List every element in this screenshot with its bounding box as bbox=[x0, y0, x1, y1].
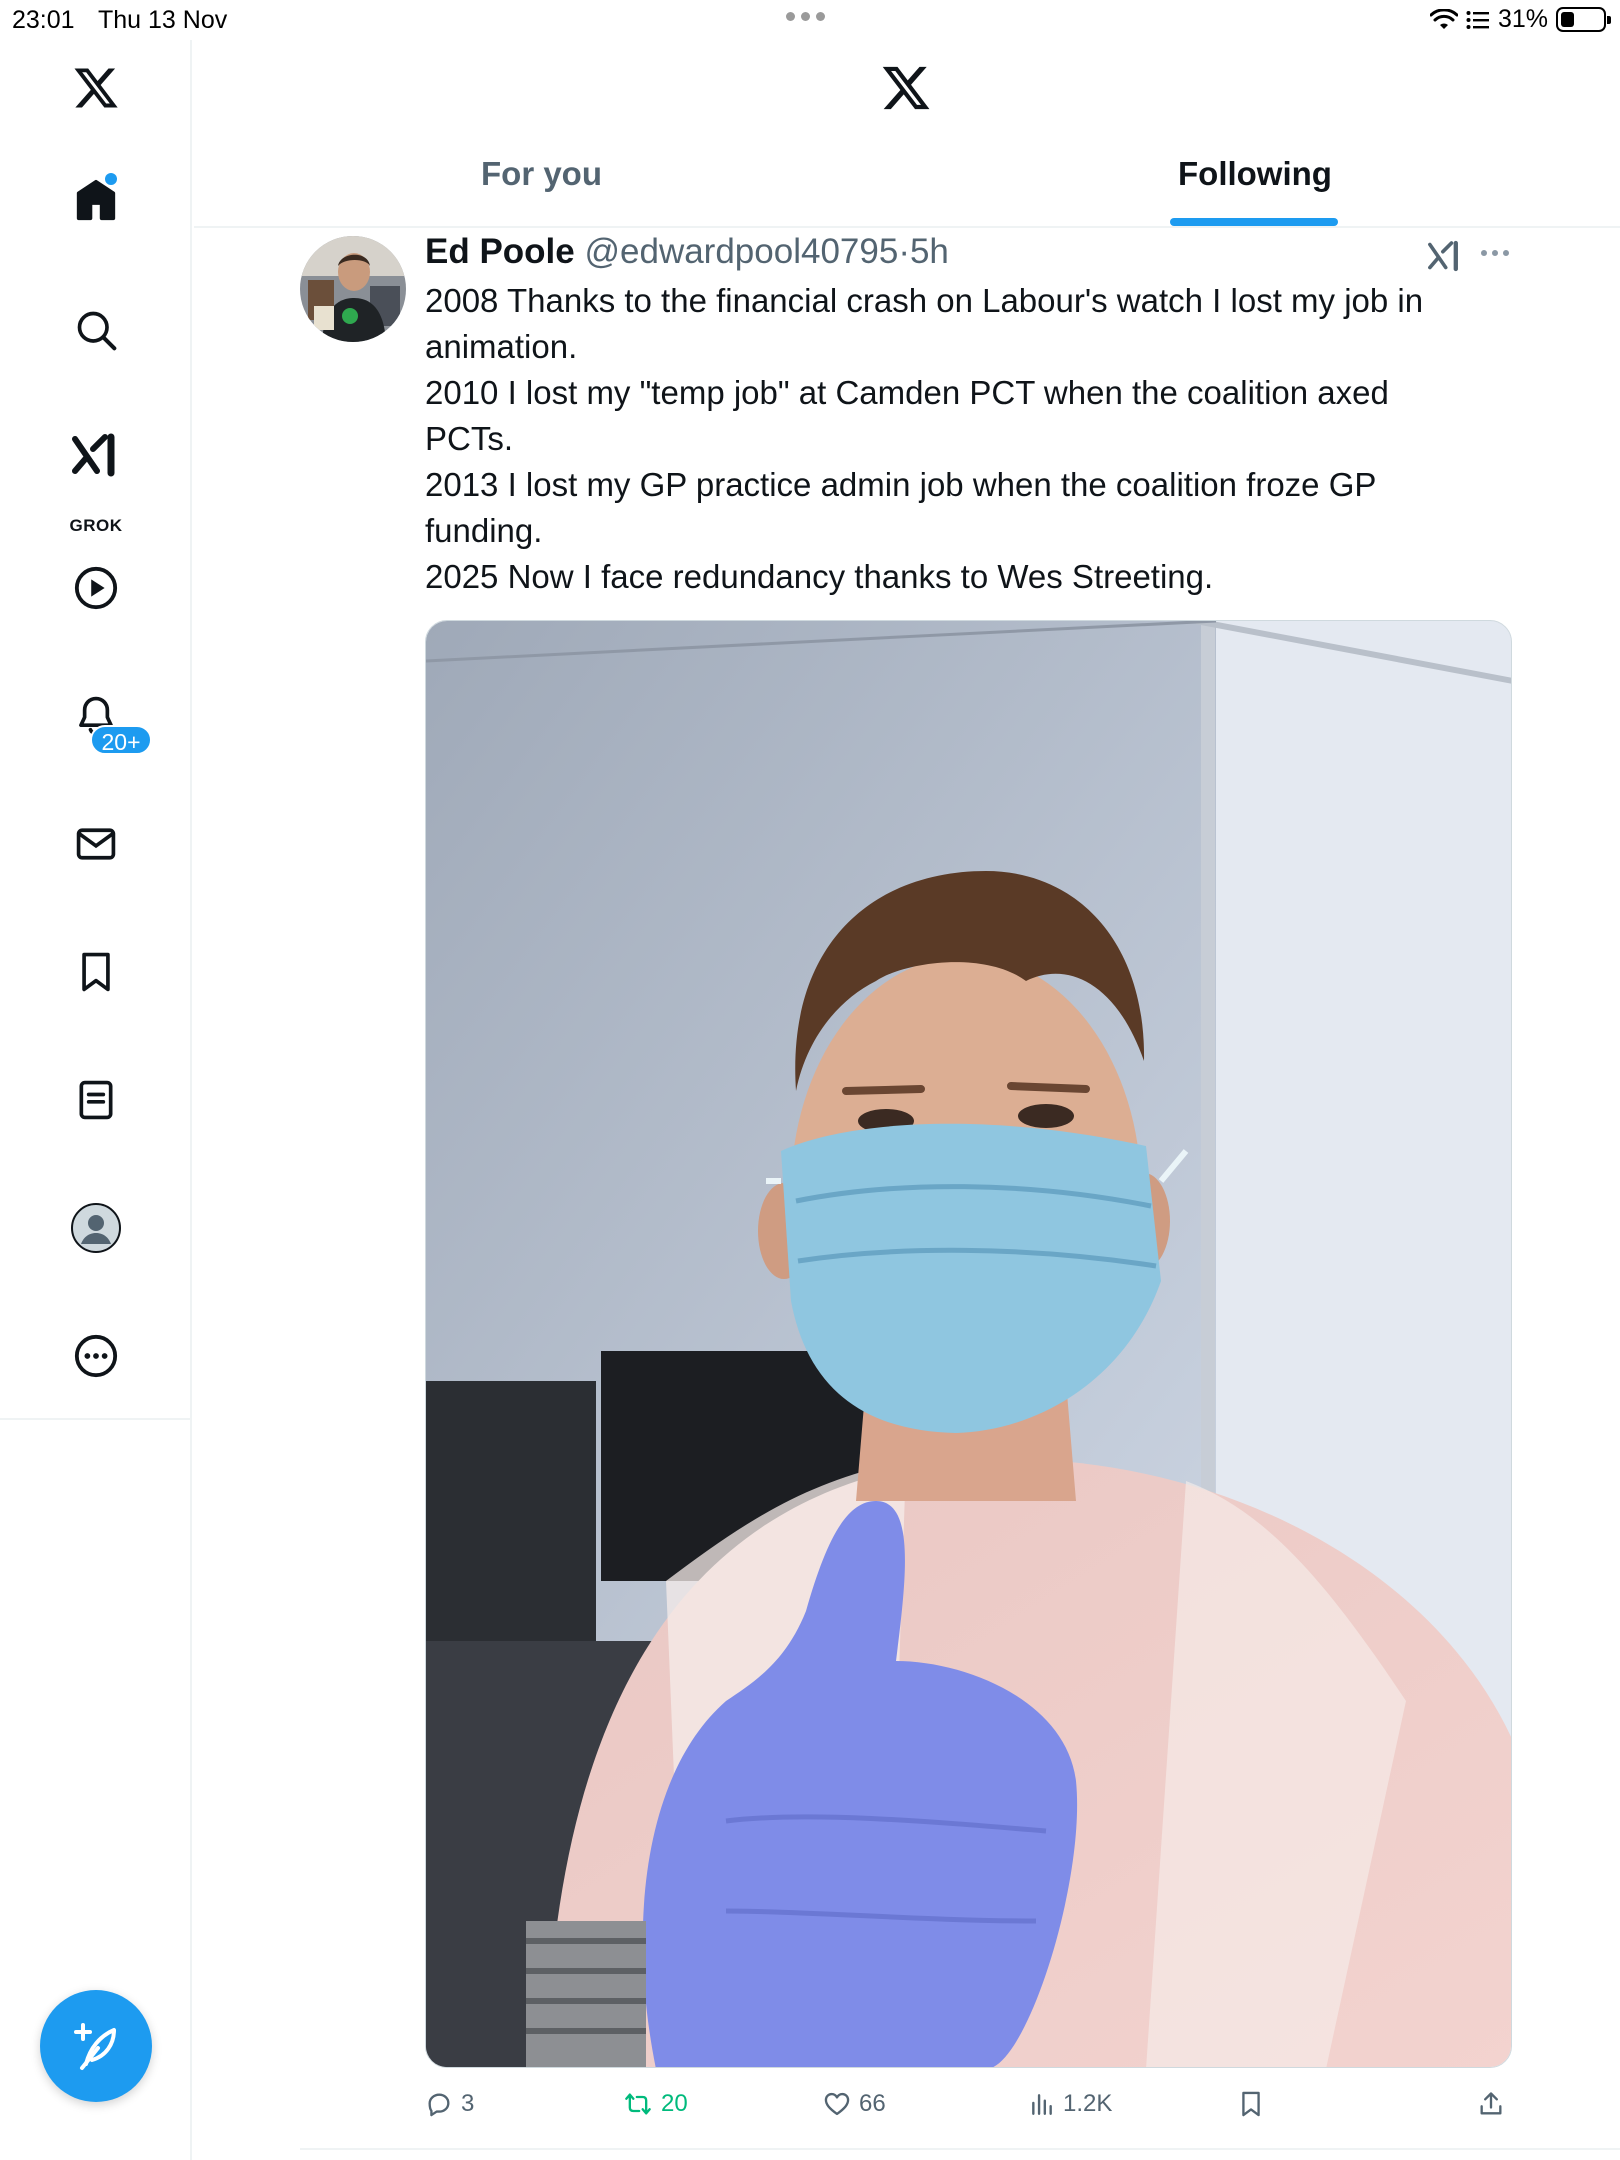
reply-count: 3 bbox=[461, 2090, 475, 2117]
sidebar-divider bbox=[0, 1418, 192, 1420]
repost-icon bbox=[625, 2093, 651, 2115]
author-handle[interactable]: @edwardpool40795 bbox=[584, 232, 898, 271]
repost-button[interactable]: 20 bbox=[623, 2090, 688, 2118]
sidebar-item-messages[interactable] bbox=[58, 806, 134, 882]
share-icon bbox=[1480, 2092, 1502, 2115]
tweet-more-button[interactable] bbox=[1481, 250, 1509, 256]
search-icon bbox=[77, 311, 117, 351]
tweet-text-line: 2025 Now I face redundancy thanks to Wes… bbox=[425, 558, 1214, 595]
grok-label: GROK bbox=[69, 516, 123, 535]
home-unread-dot bbox=[105, 173, 117, 185]
avatar-icon bbox=[71, 1203, 121, 1253]
sidebar-item-search[interactable] bbox=[58, 292, 134, 368]
bookmark-button[interactable] bbox=[1237, 2090, 1265, 2118]
grok-icon bbox=[1428, 240, 1458, 272]
x-logo-header-icon[interactable] bbox=[879, 62, 933, 119]
x-logo-icon[interactable] bbox=[58, 50, 134, 126]
mail-icon bbox=[76, 828, 116, 860]
reply-icon bbox=[428, 2093, 450, 2117]
compose-button[interactable] bbox=[40, 1990, 152, 2102]
sidebar-item-profile[interactable] bbox=[58, 1190, 134, 1266]
header-separator: · bbox=[898, 232, 910, 271]
tweet[interactable]: Ed Poole @edwardpool40795·5h 2008 Thanks… bbox=[194, 228, 1620, 2160]
play-icon bbox=[74, 566, 118, 610]
bookmark-icon bbox=[82, 952, 110, 992]
tweet-divider bbox=[300, 2148, 1620, 2150]
tab-for-you[interactable]: For you bbox=[481, 155, 602, 215]
tweet-text-line: 2010 I lost my "temp job" at Camden PCT … bbox=[425, 374, 1389, 411]
tweet-text: 2008 Thanks to the financial crash on La… bbox=[425, 278, 1505, 600]
views-button[interactable]: 1.2K bbox=[1029, 2090, 1112, 2118]
author-name[interactable]: Ed Poole bbox=[425, 232, 575, 271]
multitasking-dots[interactable] bbox=[786, 12, 825, 21]
status-right: 31% bbox=[1429, 5, 1611, 34]
views-chart-icon bbox=[1032, 2094, 1052, 2115]
tweet-time[interactable]: 5h bbox=[910, 232, 949, 271]
share-button[interactable] bbox=[1477, 2090, 1505, 2118]
tweet-text-line: PCTs. bbox=[425, 420, 514, 457]
heart-icon bbox=[824, 2092, 850, 2116]
author-avatar[interactable] bbox=[300, 236, 406, 342]
battery-icon bbox=[1556, 7, 1611, 32]
sidebar-item-home[interactable] bbox=[58, 163, 134, 239]
status-date: Thu 13 Nov bbox=[98, 6, 228, 34]
tweet-photo[interactable] bbox=[425, 620, 1512, 2068]
tweet-text-line: animation. bbox=[425, 328, 578, 365]
timeline-header: For you Following bbox=[194, 40, 1620, 228]
wifi-icon bbox=[1429, 8, 1458, 29]
status-bar: 23:01 Thu 13 Nov 31% bbox=[0, 0, 1620, 40]
sidebar-item-lists[interactable] bbox=[58, 1062, 134, 1138]
reply-button[interactable]: 3 bbox=[425, 2090, 474, 2118]
sidebar-item-bookmarks[interactable] bbox=[58, 934, 134, 1010]
list-icon bbox=[79, 1080, 113, 1120]
battery-percent: 31% bbox=[1497, 5, 1548, 33]
bookmark-icon bbox=[1242, 2091, 1260, 2117]
like-count: 66 bbox=[859, 2090, 886, 2117]
sidebar-item-more[interactable] bbox=[58, 1318, 134, 1394]
repost-count: 20 bbox=[661, 2090, 688, 2117]
more-circle-icon bbox=[74, 1334, 118, 1378]
grok-explain-button[interactable] bbox=[1427, 238, 1463, 279]
grok-icon bbox=[72, 433, 115, 477]
tweet-text-line: funding. bbox=[425, 512, 543, 549]
sidebar-item-videos[interactable] bbox=[58, 550, 134, 626]
tweet-header: Ed Poole @edwardpool40795·5h bbox=[425, 232, 949, 272]
active-tab-indicator bbox=[1170, 218, 1338, 226]
status-time: 23:01 bbox=[12, 6, 75, 34]
sidebar-item-grok[interactable] bbox=[58, 420, 134, 490]
compose-plus-feather-icon bbox=[74, 2023, 116, 2070]
focus-list-icon bbox=[1466, 10, 1489, 29]
view-count: 1.2K bbox=[1063, 2090, 1113, 2117]
sidebar: GROK 20+ bbox=[0, 40, 192, 2160]
tweet-actions: 3 20 66 1.2K bbox=[425, 2090, 1512, 2130]
tab-following[interactable]: Following bbox=[1178, 155, 1332, 215]
tweet-text-line: 2008 Thanks to the financial crash on La… bbox=[425, 282, 1424, 319]
like-button[interactable]: 66 bbox=[823, 2090, 886, 2118]
tweet-text-line: 2013 I lost my GP practice admin job whe… bbox=[425, 466, 1377, 503]
notifications-badge: 20+ bbox=[90, 725, 152, 755]
